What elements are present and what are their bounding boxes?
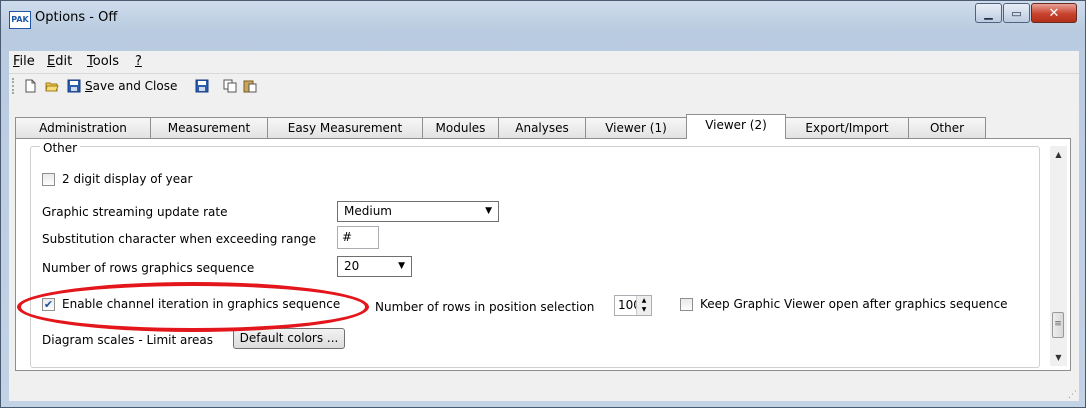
save-close-accel: S (85, 79, 93, 93)
spin-up-icon[interactable]: ▲ (637, 296, 651, 305)
spinner-buttons[interactable]: ▲ ▼ (636, 296, 651, 315)
menu-tools[interactable]: Tools (87, 54, 119, 69)
title-bar: PAK Options - Off ▁ ▭ ✕ (1, 1, 1085, 35)
menu-bar: File Edit Tools ? (9, 51, 1079, 74)
new-document-icon[interactable] (23, 79, 37, 93)
rows-graphics-sequence-label: Number of rows graphics sequence (42, 261, 255, 275)
minimize-icon: ▁ (984, 6, 993, 20)
chevron-down-icon: ▼ (398, 261, 405, 271)
status-bar: ⋰ (9, 385, 1079, 401)
spin-down-icon[interactable]: ▼ (637, 305, 651, 314)
tab-other[interactable]: Other (908, 117, 986, 138)
toolbar-grip[interactable] (12, 78, 16, 94)
save-disk-icon (67, 79, 81, 93)
channel-iteration-checkbox[interactable]: ✔ (42, 298, 55, 311)
scroll-down-icon[interactable]: ▼ (1050, 349, 1067, 366)
tab-measurement[interactable]: Measurement (150, 117, 268, 138)
tab-easy-measurement[interactable]: Easy Measurement (267, 117, 423, 138)
tab-panel-viewer-2: Other 2 digit display of year Graphic st… (15, 138, 1071, 371)
rows-graphics-sequence-value: 20 (344, 259, 360, 273)
two-digit-year-label: 2 digit display of year (62, 172, 193, 186)
save-and-close-button[interactable]: Save and Close (85, 79, 177, 93)
close-icon: ✕ (1048, 5, 1060, 21)
window-controls: ▁ ▭ ✕ (974, 3, 1077, 23)
chevron-down-icon: ▼ (485, 206, 492, 216)
menu-help[interactable]: ? (135, 54, 142, 69)
substitution-char-input[interactable]: # (337, 226, 379, 249)
tab-export-import[interactable]: Export/Import (785, 117, 909, 138)
tab-viewer-1[interactable]: Viewer (1) (585, 117, 687, 138)
default-colors-button[interactable]: Default colors ... (233, 328, 345, 349)
rows-position-selection-label: Number of rows in position selection (375, 300, 595, 314)
checkmark-icon: ✔ (43, 298, 54, 311)
close-button[interactable]: ✕ (1031, 3, 1077, 23)
keep-viewer-open-label: Keep Graphic Viewer open after graphics … (700, 297, 1008, 311)
menu-edit[interactable]: Edit (47, 54, 72, 69)
streaming-rate-label: Graphic streaming update rate (42, 205, 228, 219)
group-label: Other (40, 141, 81, 155)
menu-file[interactable]: File (13, 54, 35, 69)
app-icon: PAK (9, 11, 31, 29)
rows-graphics-sequence-select[interactable]: 20 ▼ (337, 256, 412, 277)
scroll-up-icon[interactable]: ▲ (1050, 146, 1067, 163)
streaming-rate-select[interactable]: Medium ▼ (337, 201, 499, 222)
channel-iteration-label: Enable channel iteration in graphics seq… (62, 297, 341, 311)
toolbar: Save and Close (9, 74, 1079, 98)
keep-viewer-open-checkbox[interactable] (680, 298, 693, 311)
menu-tools-label: ools (92, 54, 120, 69)
maximize-button[interactable]: ▭ (1003, 3, 1030, 23)
vertical-scrollbar[interactable]: ▲ ≡ ▼ (1050, 146, 1067, 366)
scroll-thumb[interactable]: ≡ (1052, 312, 1064, 338)
minimize-button[interactable]: ▁ (975, 3, 1002, 23)
tab-analyses[interactable]: Analyses (498, 117, 586, 138)
paste-icon[interactable] (243, 79, 257, 93)
tab-administration[interactable]: Administration (15, 117, 151, 138)
window-title: Options - Off (35, 10, 118, 25)
menu-help-accel: ? (135, 54, 142, 69)
copy-icon[interactable] (223, 79, 237, 93)
maximize-icon: ▭ (1011, 6, 1022, 20)
resize-grip-icon[interactable]: ⋰ (1068, 390, 1077, 400)
streaming-rate-value: Medium (344, 204, 392, 218)
rows-position-selection-spinner[interactable]: 100 ▲ ▼ (614, 295, 652, 316)
options-window: PAK Options - Off ▁ ▭ ✕ File Edit Tools … (0, 0, 1086, 408)
open-folder-icon[interactable] (45, 79, 59, 93)
substitution-char-label: Substitution character when exceeding ra… (42, 232, 317, 246)
save-close-label: ave and Close (92, 79, 178, 93)
menu-edit-accel: E (47, 54, 56, 69)
menu-file-label: ile (19, 54, 35, 69)
save-icon[interactable] (195, 79, 209, 93)
tab-modules[interactable]: Modules (422, 117, 499, 138)
diagram-scales-label: Diagram scales - Limit areas (42, 333, 214, 347)
tab-viewer-2[interactable]: Viewer (2) (686, 114, 786, 139)
menu-edit-label: dit (55, 54, 73, 69)
two-digit-year-checkbox[interactable] (42, 173, 55, 186)
client-area: Administration Measurement Easy Measurem… (9, 98, 1079, 401)
